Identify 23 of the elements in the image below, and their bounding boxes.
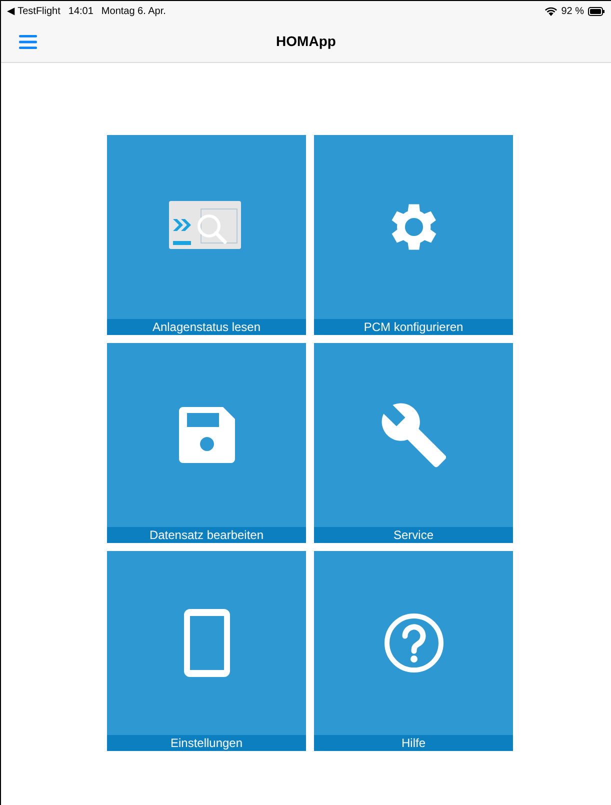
- tile-label: Hilfe: [314, 735, 513, 751]
- menu-tile[interactable]: Service: [314, 343, 513, 543]
- tile-label: Anlagenstatus lesen: [107, 319, 306, 335]
- menu-tile[interactable]: Anlagenstatus lesen: [107, 135, 306, 335]
- status-time: 14:01: [68, 4, 94, 18]
- battery-icon: [588, 6, 605, 16]
- menu-tile[interactable]: Hilfe: [314, 551, 513, 751]
- app-title: HOMApp: [276, 32, 336, 51]
- wifi-icon: [545, 6, 558, 16]
- menu-button[interactable]: [17, 32, 39, 50]
- back-to-app-link[interactable]: ◀ TestFlight: [7, 4, 60, 18]
- tile-label: Datensatz bearbeiten: [107, 527, 306, 543]
- status-date: Montag 6. Apr.: [101, 4, 166, 18]
- tablet-icon: [184, 609, 230, 677]
- tile-label: Service: [314, 527, 513, 543]
- tile-label: Einstellungen: [107, 735, 306, 751]
- menu-tile[interactable]: Einstellungen: [107, 551, 306, 751]
- menu-tile[interactable]: Datensatz bearbeiten: [107, 343, 306, 543]
- menu-icon: [19, 34, 37, 48]
- help-icon: [384, 613, 444, 673]
- battery-percentage: 92 %: [561, 4, 584, 18]
- menu-tile[interactable]: PCM konfigurieren: [314, 135, 513, 335]
- tile-label: PCM konfigurieren: [314, 319, 513, 335]
